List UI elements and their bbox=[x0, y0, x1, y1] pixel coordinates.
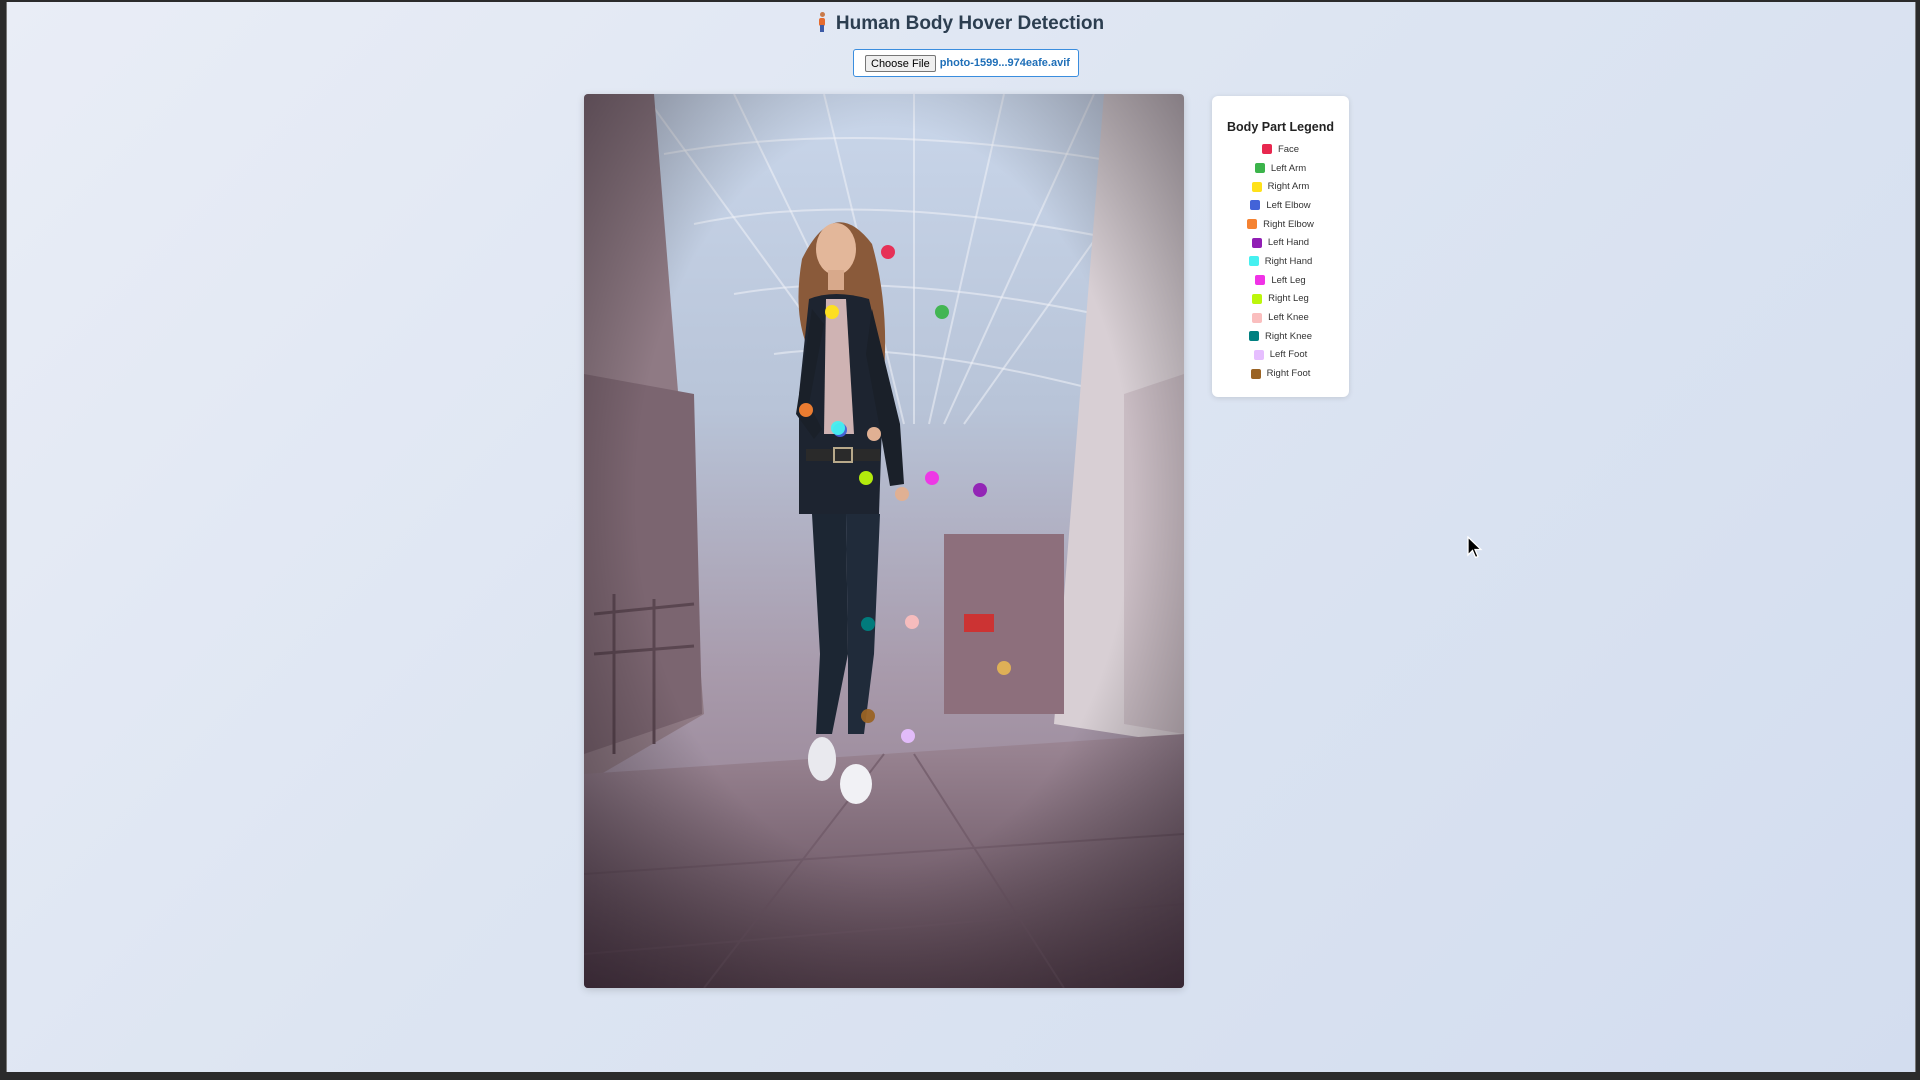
person-icon bbox=[818, 12, 826, 32]
file-input[interactable]: Choose File photo-1599...974eafe.avif bbox=[853, 49, 1079, 77]
legend-item-right-leg: Right Leg bbox=[1212, 290, 1349, 309]
keypoint-left-arm[interactable] bbox=[935, 305, 949, 319]
legend-swatch bbox=[1253, 349, 1264, 360]
legend-item-left-knee: Left Knee bbox=[1212, 308, 1349, 327]
mouse-cursor-icon bbox=[1467, 536, 1483, 559]
legend-item-right-knee: Right Knee bbox=[1212, 327, 1349, 346]
legend-swatch bbox=[1251, 181, 1262, 192]
page-header: Human Body Hover Detection bbox=[7, 12, 1915, 35]
legend-label: Right Foot bbox=[1266, 368, 1311, 380]
legend-item-face: Face bbox=[1212, 140, 1349, 159]
keypoint-left-leg[interactable] bbox=[925, 471, 939, 485]
legend-item-left-arm: Left Arm bbox=[1212, 159, 1349, 178]
legend-item-left-leg: Left Leg bbox=[1212, 271, 1349, 290]
keypoint-left-knee[interactable] bbox=[905, 615, 919, 629]
legend-label: Face bbox=[1277, 143, 1300, 155]
legend-label: Right Hand bbox=[1264, 255, 1313, 267]
legend-title: Body Part Legend bbox=[1227, 120, 1334, 134]
legend-swatch bbox=[1252, 293, 1263, 304]
keypoint-left-foot[interactable] bbox=[901, 729, 915, 743]
legend-swatch bbox=[1252, 312, 1263, 323]
legend-label: Left Elbow bbox=[1266, 199, 1311, 211]
legend-swatch bbox=[1254, 163, 1265, 174]
keypoint-right-knee[interactable] bbox=[861, 617, 875, 631]
choose-file-button[interactable]: Choose File bbox=[865, 54, 936, 72]
legend-swatch bbox=[1261, 144, 1272, 155]
legend-swatch bbox=[1248, 331, 1259, 342]
legend-swatch bbox=[1247, 219, 1258, 230]
browser-viewport: Human Body Hover Detection Choose File p… bbox=[6, 2, 1916, 1072]
legend-label: Right Elbow bbox=[1263, 218, 1314, 230]
legend-swatch bbox=[1250, 368, 1261, 379]
legend-swatch bbox=[1255, 275, 1266, 286]
legend-item-right-foot: Right Foot bbox=[1212, 364, 1349, 383]
keypoint-right-foot[interactable] bbox=[861, 709, 875, 723]
keypoint-right-elbow[interactable] bbox=[799, 403, 813, 417]
keypoint-left-hand[interactable] bbox=[973, 483, 987, 497]
photo-canvas[interactable] bbox=[584, 94, 1184, 988]
legend-item-right-arm: Right Arm bbox=[1212, 177, 1349, 196]
keypoint-right-hand[interactable] bbox=[831, 421, 845, 435]
legend-label: Right Leg bbox=[1268, 293, 1309, 305]
legend-label: Left Hand bbox=[1267, 237, 1310, 249]
legend-swatch bbox=[1251, 237, 1262, 248]
page-title: Human Body Hover Detection bbox=[835, 13, 1105, 34]
legend-item-right-hand: Right Hand bbox=[1212, 252, 1349, 271]
legend-item-left-foot: Left Foot bbox=[1212, 346, 1349, 365]
legend-label: Left Leg bbox=[1271, 274, 1306, 286]
legend-label: Left Knee bbox=[1268, 312, 1309, 324]
legend-swatch bbox=[1250, 200, 1261, 211]
keypoint-right-leg[interactable] bbox=[859, 471, 873, 485]
keypoint-right-arm[interactable] bbox=[825, 305, 839, 319]
legend-item-left-hand: Left Hand bbox=[1212, 233, 1349, 252]
legend-label: Right Arm bbox=[1267, 181, 1310, 193]
legend-item-right-elbow: Right Elbow bbox=[1212, 215, 1349, 234]
legend-label: Left Foot bbox=[1269, 349, 1308, 361]
keypoint-face[interactable] bbox=[881, 245, 895, 259]
uploaded-photo[interactable] bbox=[584, 94, 1184, 988]
legend-list: Face Left Arm Right Arm Left Elbow Right Elb… bbox=[1212, 140, 1349, 383]
legend-swatch bbox=[1248, 256, 1259, 267]
legend-label: Left Arm bbox=[1270, 162, 1307, 174]
selected-file-name: photo-1599...974eafe.avif bbox=[939, 57, 1070, 69]
legend-label: Right Knee bbox=[1264, 330, 1312, 342]
legend-item-left-elbow: Left Elbow bbox=[1212, 196, 1349, 215]
body-part-legend: Body Part Legend Face Left Arm Right Arm Le… bbox=[1212, 96, 1349, 397]
